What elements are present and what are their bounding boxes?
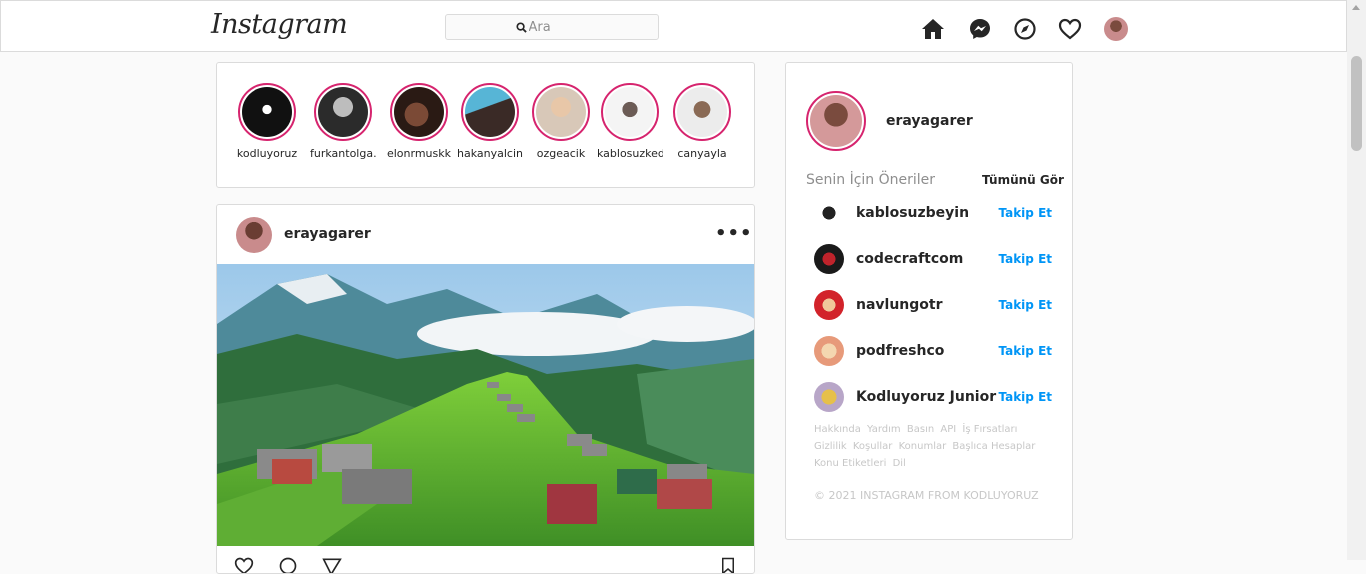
story-username: canyayla <box>677 147 727 160</box>
story-item[interactable]: kodluyoruz <box>234 83 300 160</box>
footer-link[interactable]: Dil <box>893 458 906 469</box>
suggestion-avatar[interactable] <box>814 336 844 366</box>
post-actions-bar <box>217 550 754 574</box>
footer-link[interactable]: Başlıca Hesaplar <box>952 441 1035 452</box>
current-user-avatar[interactable] <box>806 91 866 151</box>
follow-button[interactable]: Takip Et <box>998 206 1052 220</box>
story-avatar <box>242 87 292 137</box>
suggestion-username[interactable]: codecraftcom <box>856 251 963 267</box>
footer-link[interactable]: Koşullar <box>853 441 893 452</box>
story-item[interactable]: elonrmuskk <box>386 83 452 160</box>
comment-icon[interactable] <box>277 556 299 574</box>
suggestion-item: kablosuzbeyin Takip Et <box>814 198 1052 230</box>
story-avatar <box>536 87 586 137</box>
story-item[interactable]: ozgeacik <box>528 83 594 160</box>
story-item[interactable]: hakanyalcin.. <box>457 83 523 160</box>
search-input[interactable] <box>526 19 589 35</box>
footer-link[interactable]: Gizlilik <box>814 441 847 452</box>
like-icon[interactable] <box>233 556 255 574</box>
suggestion-item: navlungotr Takip Et <box>814 290 1052 322</box>
suggestion-item: codecraftcom Takip Et <box>814 244 1052 276</box>
footer-link[interactable]: Yardım <box>867 424 901 435</box>
story-avatar <box>465 87 515 137</box>
footer-link[interactable]: Hakkında <box>814 424 861 435</box>
suggestion-avatar[interactable] <box>814 198 844 228</box>
top-navigation-bar: Instagram <box>0 0 1347 52</box>
story-avatar <box>677 87 727 137</box>
story-avatar <box>318 87 368 137</box>
story-username: furkantolga.. <box>310 147 376 160</box>
footer-link[interactable]: İş Fırsatları <box>962 424 1017 435</box>
more-options-icon[interactable]: ••• <box>715 223 753 244</box>
story-item[interactable]: furkantolga.. <box>310 83 376 160</box>
footer-links: Hakkında Yardım Basın API İş Fırsatları … <box>814 421 1054 472</box>
follow-button[interactable]: Takip Et <box>998 390 1052 404</box>
story-avatar <box>394 87 444 137</box>
current-username[interactable]: erayagarer <box>886 113 973 129</box>
home-icon[interactable] <box>921 17 945 41</box>
suggestion-item: podfreshco Takip Et <box>814 336 1052 368</box>
scrollbar-thumb[interactable] <box>1351 56 1362 151</box>
right-sidebar: erayagarer Senin İçin Öneriler Tümünü Gö… <box>785 62 1073 540</box>
suggestion-username[interactable]: navlungotr <box>856 297 943 313</box>
scroll-up-arrow-icon[interactable] <box>1352 5 1360 10</box>
story-username: kodluyoruz <box>236 147 298 160</box>
story-item[interactable]: kablosuzkedi <box>597 83 663 160</box>
suggestion-username[interactable]: Kodluyoruz Junior <box>856 389 996 405</box>
follow-button[interactable]: Takip Et <box>998 252 1052 266</box>
suggestion-avatar[interactable] <box>814 290 844 320</box>
footer-link[interactable]: Konumlar <box>899 441 947 452</box>
search-box[interactable] <box>445 14 659 40</box>
story-item[interactable]: canyayla <box>669 83 735 160</box>
post-image[interactable] <box>217 264 754 546</box>
see-all-link[interactable]: Tümünü Gör <box>982 173 1064 187</box>
post-username[interactable]: erayagarer <box>284 226 371 242</box>
explore-icon[interactable] <box>1013 17 1037 41</box>
story-avatar <box>605 87 655 137</box>
story-username: kablosuzkedi <box>597 147 663 160</box>
stories-tray: kodluyoruz furkantolga.. elonrmuskk haka… <box>216 62 755 188</box>
follow-button[interactable]: Takip Et <box>998 298 1052 312</box>
copyright-text: © 2021 INSTAGRAM FROM KODLUYORUZ <box>814 489 1039 502</box>
suggestions-title: Senin İçin Öneriler <box>806 172 936 188</box>
suggestion-username[interactable]: podfreshco <box>856 343 944 359</box>
post-author-avatar[interactable] <box>236 217 272 253</box>
messenger-icon[interactable] <box>968 17 992 41</box>
suggestion-item: Kodluyoruz Junior Takip Et <box>814 382 1052 414</box>
landscape-photo <box>217 264 754 546</box>
feed-post: erayagarer ••• <box>216 204 755 574</box>
footer-link[interactable]: API <box>940 424 956 435</box>
search-icon <box>515 21 527 33</box>
story-username: elonrmuskk <box>386 147 451 160</box>
suggestion-avatar[interactable] <box>814 382 844 412</box>
story-username: ozgeacik <box>536 147 586 160</box>
post-header: erayagarer ••• <box>217 205 754 265</box>
share-icon[interactable] <box>321 556 343 574</box>
heart-icon[interactable] <box>1058 17 1082 41</box>
instagram-logo[interactable]: Instagram <box>211 9 348 40</box>
save-icon[interactable] <box>719 556 737 574</box>
story-username: hakanyalcin.. <box>457 147 523 160</box>
suggestion-avatar[interactable] <box>814 244 844 274</box>
follow-button[interactable]: Takip Et <box>998 344 1052 358</box>
footer-link[interactable]: Basın <box>907 424 934 435</box>
suggestion-username[interactable]: kablosuzbeyin <box>856 205 969 221</box>
profile-avatar[interactable] <box>1104 17 1128 41</box>
page-scrollbar[interactable] <box>1347 0 1366 560</box>
footer-link[interactable]: Konu Etiketleri <box>814 458 886 469</box>
